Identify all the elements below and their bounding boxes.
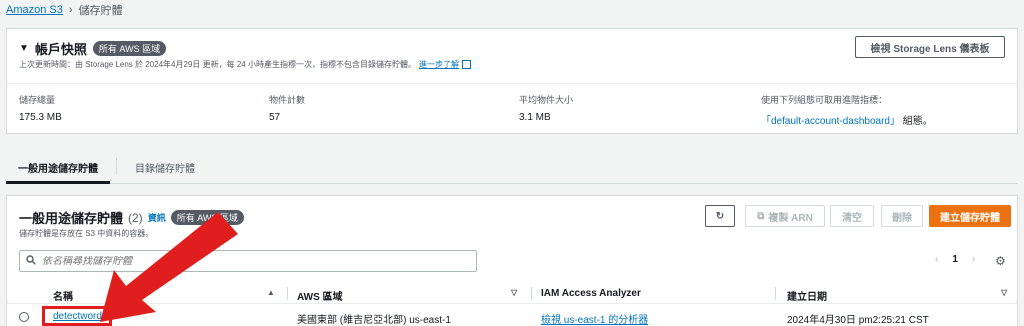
annotation-arrow-icon [100, 212, 238, 322]
